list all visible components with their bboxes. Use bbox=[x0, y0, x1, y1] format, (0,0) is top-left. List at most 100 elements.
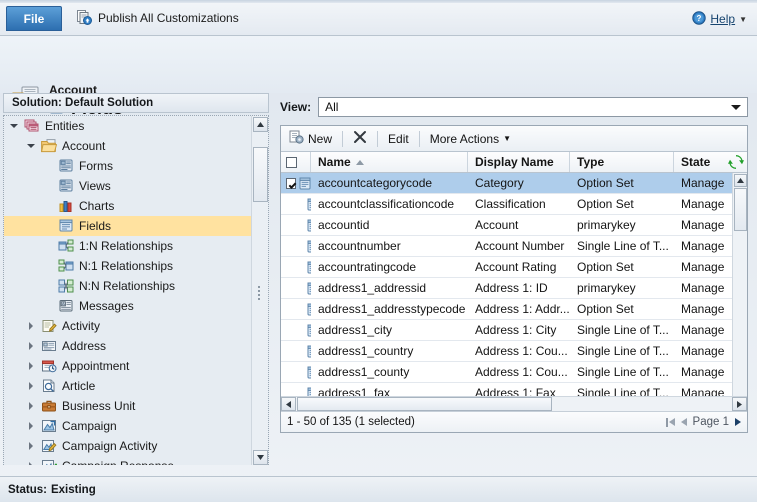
row-select-cell[interactable] bbox=[281, 173, 311, 193]
cell-name: address1_addressid bbox=[318, 281, 427, 295]
tree-expander-closed-icon[interactable] bbox=[27, 381, 37, 391]
tree-item-campaign-activity[interactable]: Campaign Activity bbox=[4, 436, 251, 456]
pager: Page 1 bbox=[665, 416, 741, 428]
grid-column-headers: Name Display Name Type State bbox=[281, 152, 747, 173]
row-checkbox[interactable] bbox=[286, 177, 296, 189]
cell-state: Manage bbox=[681, 281, 725, 295]
tree-item-account[interactable]: Account bbox=[4, 136, 251, 156]
cell-type: Option Set bbox=[577, 176, 634, 190]
row-select-cell[interactable] bbox=[281, 299, 311, 319]
cell-name: accountclassificationcode bbox=[318, 197, 455, 211]
more-actions-button[interactable]: More Actions ▼ bbox=[422, 128, 519, 150]
tree-expander-closed-icon[interactable] bbox=[27, 341, 37, 351]
tree-item-address[interactable]: Address bbox=[4, 336, 251, 356]
view-dropdown-value: All bbox=[325, 100, 339, 114]
table-row[interactable]: address1_country Address 1: Cou... Single … bbox=[281, 341, 747, 362]
publish-all-customizations-button[interactable]: Publish All Customizations bbox=[68, 6, 247, 30]
table-row[interactable]: accountclassificationcode Classification O… bbox=[281, 194, 747, 215]
tree-expander-closed-icon[interactable] bbox=[27, 421, 37, 431]
tree-item-activity[interactable]: Activity bbox=[4, 316, 251, 336]
select-all-checkbox[interactable] bbox=[286, 156, 297, 168]
column-header-name[interactable]: Name bbox=[311, 152, 468, 172]
table-row[interactable]: address1_county Address 1: Cou... Single L… bbox=[281, 362, 747, 383]
tree-item-n-n-relationships[interactable]: N:N Relationships bbox=[4, 276, 251, 296]
tree-scroll-up-button[interactable] bbox=[253, 117, 268, 132]
table-row[interactable]: accountcategorycode Category Option Set Man… bbox=[281, 173, 747, 194]
tree-scroll-down-button[interactable] bbox=[253, 450, 268, 465]
tree-item-views[interactable]: Views bbox=[4, 176, 251, 196]
delete-button[interactable] bbox=[345, 128, 375, 150]
prev-page-icon[interactable] bbox=[680, 418, 687, 426]
grid-body[interactable]: accountcategorycode Category Option Set Man… bbox=[281, 173, 747, 411]
solution-bar: Solution: Default Solution bbox=[3, 93, 269, 113]
help-button[interactable]: ? Help ▼ bbox=[692, 9, 747, 29]
left-navigation-panel: Solution: Default Solution Entities Accou… bbox=[0, 93, 272, 476]
column-header-display-name[interactable]: Display Name bbox=[468, 152, 570, 172]
view-icon bbox=[58, 179, 74, 193]
grid-scroll-up-button[interactable] bbox=[734, 174, 747, 187]
tree-item-n-1-relationships[interactable]: N:1 Relationships bbox=[4, 256, 251, 276]
table-row[interactable]: address1_addressid Address 1: ID primaryke… bbox=[281, 278, 747, 299]
next-page-icon[interactable] bbox=[735, 418, 741, 426]
tree-expander-closed-icon[interactable] bbox=[27, 441, 37, 451]
table-row[interactable]: address1_addresstypecode Address 1: Addr.… bbox=[281, 299, 747, 320]
tree-item-campaign[interactable]: Campaign bbox=[4, 416, 251, 436]
tree-expander-open-icon[interactable] bbox=[27, 141, 37, 151]
column-header-state[interactable]: State bbox=[674, 152, 726, 172]
table-row[interactable]: address1_city Address 1: City Single Line … bbox=[281, 320, 747, 341]
tree-expander-closed-icon[interactable] bbox=[27, 401, 37, 411]
tree-scrollbar-thumb[interactable] bbox=[253, 147, 268, 202]
first-page-icon[interactable] bbox=[665, 417, 675, 427]
tree-item-business-unit[interactable]: Business Unit bbox=[4, 396, 251, 416]
row-select-cell[interactable] bbox=[281, 215, 311, 235]
tree-item-appointment[interactable]: Appointment bbox=[4, 356, 251, 376]
grid-vertical-scrollbar[interactable] bbox=[732, 173, 747, 411]
relationship-nn-icon bbox=[58, 279, 74, 293]
cell-state: Manage bbox=[681, 365, 725, 379]
form-icon bbox=[58, 159, 74, 173]
new-button[interactable]: New bbox=[281, 128, 340, 150]
entity-tree[interactable]: Entities Account Forms Views Charts Fields 1:N… bbox=[4, 116, 251, 465]
tree-item-messages[interactable]: A Messages bbox=[4, 296, 251, 316]
tree-item-label: Views bbox=[79, 179, 111, 193]
refresh-icon[interactable] bbox=[728, 154, 744, 170]
chevron-down-icon: ▼ bbox=[503, 134, 511, 143]
grid-scroll-left-button[interactable] bbox=[281, 397, 296, 411]
tree-item-forms[interactable]: Forms bbox=[4, 156, 251, 176]
grid-scrollbar-thumb[interactable] bbox=[734, 188, 747, 231]
table-row[interactable]: accountid Account primarykey Manage bbox=[281, 215, 747, 236]
tree-expander-closed-icon[interactable] bbox=[27, 461, 37, 465]
tree-item-fields[interactable]: Fields bbox=[4, 216, 251, 236]
column-header-type[interactable]: Type bbox=[570, 152, 674, 172]
tree-expander-closed-icon[interactable] bbox=[27, 321, 37, 331]
table-row[interactable]: accountnumber Account Number Single Line o… bbox=[281, 236, 747, 257]
tree-item-entities[interactable]: Entities bbox=[4, 116, 251, 136]
tree-item-1-n-relationships[interactable]: 1:N Relationships bbox=[4, 236, 251, 256]
cell-display: Account bbox=[475, 218, 519, 232]
tree-item-campaign-response[interactable]: Campaign Response bbox=[4, 456, 251, 465]
row-select-cell[interactable] bbox=[281, 278, 311, 298]
tree-expander-open-icon[interactable] bbox=[10, 121, 20, 131]
select-all-header[interactable] bbox=[281, 152, 311, 172]
grid-scroll-right-button[interactable] bbox=[732, 397, 747, 411]
tree-vertical-scrollbar[interactable] bbox=[251, 116, 268, 465]
column-header-name-label: Name bbox=[318, 155, 351, 169]
grid-toolbar: New Edit More Actions ▼ bbox=[281, 126, 747, 152]
row-select-cell[interactable] bbox=[281, 236, 311, 256]
row-select-cell[interactable] bbox=[281, 194, 311, 214]
row-select-cell[interactable] bbox=[281, 362, 311, 382]
row-select-cell[interactable] bbox=[281, 257, 311, 277]
edit-button[interactable]: Edit bbox=[380, 128, 417, 150]
tree-item-article[interactable]: Article bbox=[4, 376, 251, 396]
grid-horizontal-scrollbar[interactable] bbox=[281, 396, 747, 411]
row-select-cell[interactable] bbox=[281, 341, 311, 361]
table-row[interactable]: accountratingcode Account Rating Option Se… bbox=[281, 257, 747, 278]
tree-expander-closed-icon[interactable] bbox=[27, 361, 37, 371]
file-tab[interactable]: File bbox=[6, 6, 62, 31]
grid-hscrollbar-thumb[interactable] bbox=[297, 397, 552, 411]
tree-item-charts[interactable]: Charts bbox=[4, 196, 251, 216]
row-select-cell[interactable] bbox=[281, 320, 311, 340]
view-dropdown[interactable]: All bbox=[318, 97, 748, 117]
